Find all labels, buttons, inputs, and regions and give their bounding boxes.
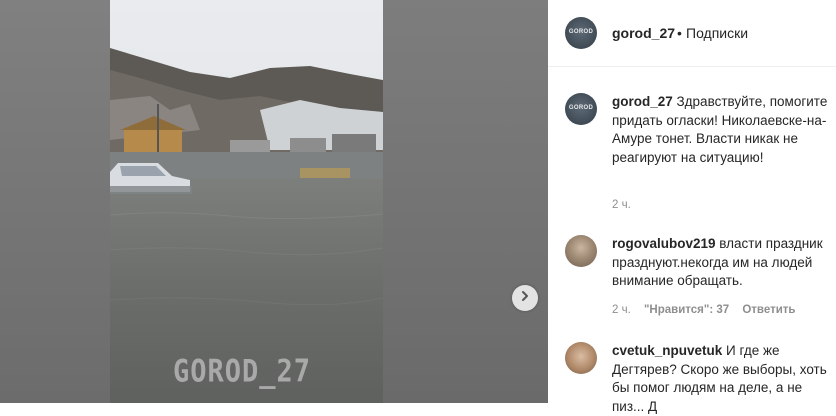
comment-time[interactable]: 2 ч. <box>612 304 631 316</box>
post-sidebar: GOROD gorod_27 • Подписки GOROD gorod_27… <box>548 0 836 414</box>
account-avatar[interactable]: GOROD <box>565 17 597 49</box>
comment-meta: 2 ч. <box>612 199 641 211</box>
comment-username[interactable]: rogovalubov219 <box>612 236 716 251</box>
post-header: GOROD gorod_27 • Подписки <box>548 0 836 67</box>
account-username[interactable]: gorod_27 <box>612 25 675 41</box>
commenter-avatar[interactable] <box>565 342 597 374</box>
comment-username[interactable]: gorod_27 <box>612 94 673 109</box>
avatar-logo-text: GOROD <box>568 105 594 111</box>
flood-scene-image <box>110 0 383 403</box>
comment-text: cvetuk_npuvetuk И где же Дегтярев? Скоро… <box>612 342 834 416</box>
comment-meta: 2 ч. "Нравится": 37 Ответить <box>612 304 806 316</box>
header-separator: • <box>677 25 682 41</box>
following-button[interactable]: Подписки <box>686 25 748 41</box>
commenter-avatar[interactable] <box>565 235 597 267</box>
comment-text: rogovalubov219 власти праздник празднуют… <box>612 235 834 291</box>
video-watermark: GOROD_27 <box>173 354 312 390</box>
media-blur-right <box>383 0 548 403</box>
commenter-avatar[interactable]: GOROD <box>565 93 597 125</box>
comment-text: gorod_27 Здравствуйте, помогите придать … <box>612 93 834 167</box>
comment-username[interactable]: cvetuk_npuvetuk <box>612 343 722 358</box>
media-blur-left <box>0 0 110 403</box>
comment-likes[interactable]: "Нравится": 37 <box>644 304 729 316</box>
chevron-right-icon <box>519 289 531 307</box>
post-media: GOROD_27 <box>0 0 548 403</box>
comment-time[interactable]: 2 ч. <box>612 199 631 211</box>
avatar-logo-text: GOROD <box>568 29 594 35</box>
video-frame[interactable] <box>110 0 383 403</box>
next-media-button[interactable] <box>512 285 538 311</box>
reply-button[interactable]: Ответить <box>742 304 795 316</box>
